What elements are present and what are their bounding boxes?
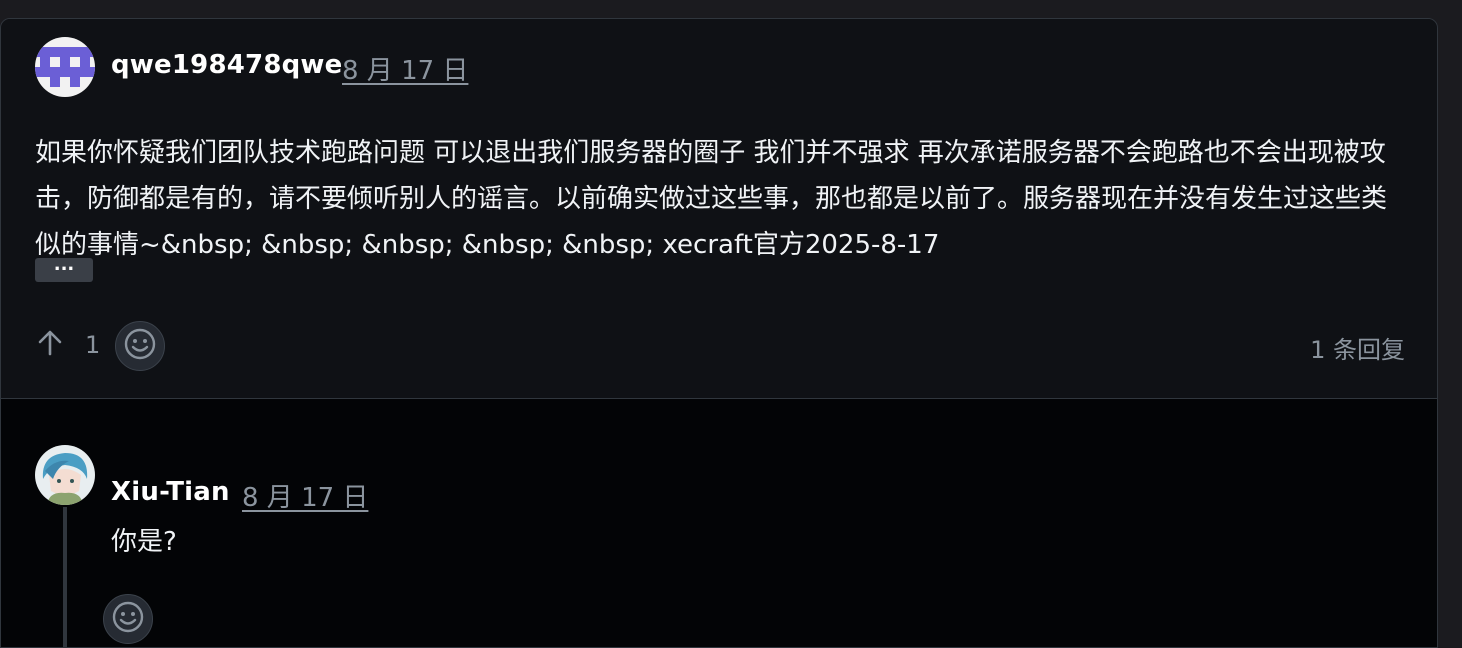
comment-date[interactable]: 8 月 17 日 xyxy=(342,50,468,87)
show-more-button[interactable]: ... xyxy=(35,256,93,282)
reply-date[interactable]: 8 月 17 日 xyxy=(242,477,368,514)
identicon-avatar[interactable] xyxy=(35,37,95,97)
reply-add-reaction-button[interactable] xyxy=(103,594,153,644)
smiley-icon xyxy=(123,327,157,365)
reply-count-link[interactable]: 1 条回复 xyxy=(1310,330,1405,365)
comment-author[interactable]: qwe198478qwe xyxy=(111,50,342,80)
smiley-icon xyxy=(111,600,145,638)
add-reaction-button[interactable] xyxy=(115,321,165,371)
thread-line xyxy=(63,507,67,647)
reply-card: Xiu-Tian 8 月 17 日 你是? xyxy=(1,399,1437,647)
comment-body: 如果你怀疑我们团队技术跑路问题 可以退出我们服务器的圈子 我们并不强求 再次承诺… xyxy=(35,138,1388,260)
comment-card: qwe198478qwe 8 月 17 日 如果你怀疑我们团队技术跑路问题 可以… xyxy=(1,19,1437,399)
upvote-button[interactable]: 1 xyxy=(37,329,100,361)
arrow-up-icon xyxy=(37,329,63,361)
upvote-count: 1 xyxy=(85,331,101,359)
reply-author[interactable]: Xiu-Tian xyxy=(111,477,230,507)
anime-avatar[interactable] xyxy=(35,445,95,505)
reply-body: 你是? xyxy=(111,527,177,557)
discussion-frame: qwe198478qwe 8 月 17 日 如果你怀疑我们团队技术跑路问题 可以… xyxy=(0,18,1438,648)
